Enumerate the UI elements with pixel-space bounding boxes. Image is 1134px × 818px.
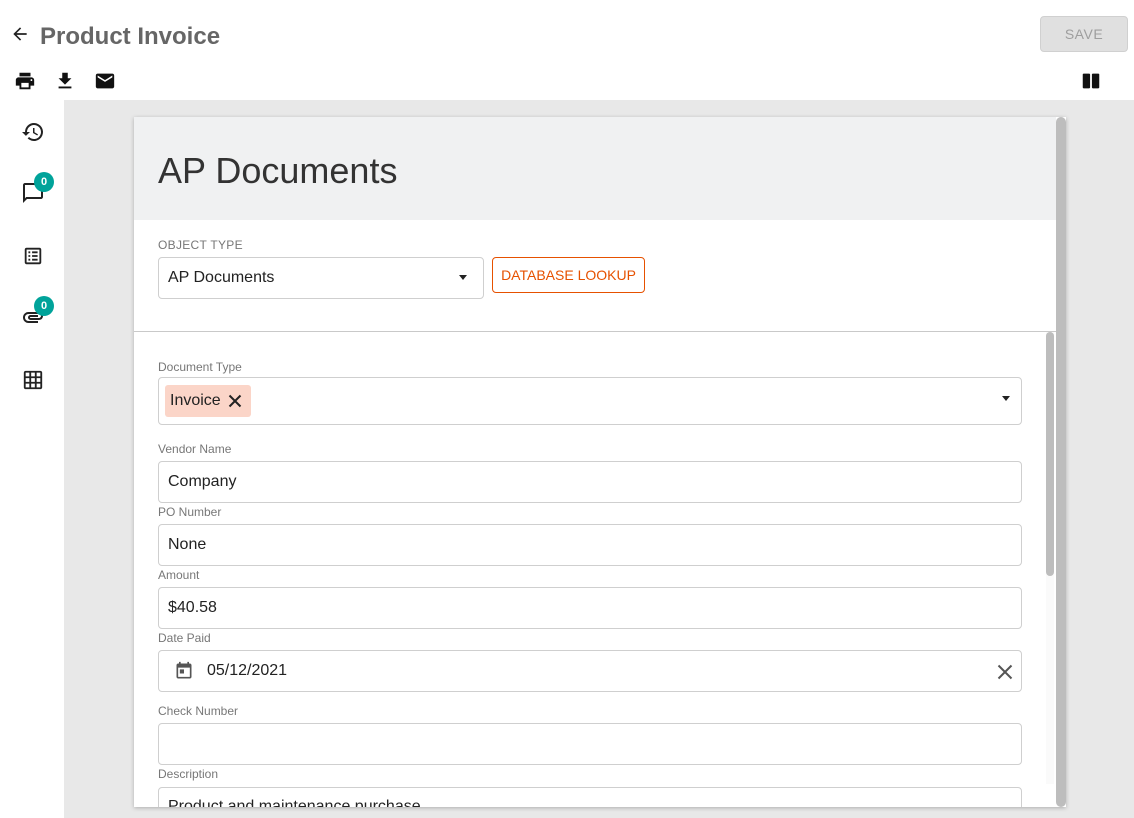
- calendar-icon[interactable]: [173, 660, 195, 682]
- dropdown-caret-icon[interactable]: [1002, 396, 1010, 401]
- object-type-value: AP Documents: [168, 269, 275, 286]
- po-number-input[interactable]: None: [158, 524, 1022, 566]
- form-scrollbar-thumb[interactable]: [1046, 332, 1054, 576]
- description-input[interactable]: Product and maintenance purchase: [158, 787, 1022, 807]
- main-content: AP Documents OBJECT TYPE AP Documents DA…: [64, 100, 1134, 818]
- card-header: AP Documents: [134, 117, 1056, 220]
- sidebar: 0 0: [0, 100, 64, 818]
- print-icon[interactable]: [14, 70, 36, 92]
- document-type-label: Document Type: [158, 360, 242, 374]
- check-number-input[interactable]: [158, 723, 1022, 765]
- clear-date-icon[interactable]: [995, 662, 1015, 682]
- attachment-count-badge: 0: [34, 296, 54, 316]
- top-bar: Product Invoice SAVE: [0, 0, 1134, 100]
- history-icon[interactable]: [20, 119, 46, 145]
- list-icon[interactable]: [20, 243, 46, 269]
- download-icon[interactable]: [54, 70, 76, 92]
- description-label: Description: [158, 767, 219, 781]
- dropdown-caret-icon: [459, 275, 467, 280]
- comment-count-badge: 0: [34, 172, 54, 192]
- amount-input[interactable]: $40.58: [158, 587, 1022, 629]
- vendor-name-label: Vendor Name: [158, 442, 232, 456]
- divider: [134, 331, 1056, 332]
- save-button[interactable]: SAVE: [1040, 16, 1128, 52]
- card-scrollbar[interactable]: [1056, 117, 1066, 807]
- chip-close-icon[interactable]: [227, 393, 243, 409]
- back-arrow-icon[interactable]: [8, 22, 32, 46]
- po-number-label: PO Number: [158, 505, 222, 519]
- vendor-name-input[interactable]: Company: [158, 461, 1022, 503]
- document-type-field[interactable]: Invoice: [158, 377, 1022, 425]
- check-number-label: Check Number: [158, 704, 239, 718]
- document-type-chip: Invoice: [165, 385, 251, 417]
- split-view-icon[interactable]: [1080, 70, 1102, 92]
- page-title: Product Invoice: [40, 23, 221, 50]
- object-type-select[interactable]: AP Documents: [158, 257, 484, 299]
- amount-label: Amount: [158, 568, 200, 582]
- date-paid-label: Date Paid: [158, 631, 211, 645]
- document-card: AP Documents OBJECT TYPE AP Documents DA…: [134, 117, 1066, 807]
- database-lookup-button[interactable]: DATABASE LOOKUP: [492, 257, 645, 293]
- email-icon[interactable]: [94, 70, 116, 92]
- date-paid-field[interactable]: 05/12/2021: [158, 650, 1022, 692]
- date-paid-value: 05/12/2021: [207, 662, 288, 679]
- chip-label: Invoice: [170, 392, 221, 409]
- object-type-label: OBJECT TYPE: [158, 238, 243, 252]
- grid-icon[interactable]: [20, 367, 46, 393]
- card-title: AP Documents: [158, 150, 398, 191]
